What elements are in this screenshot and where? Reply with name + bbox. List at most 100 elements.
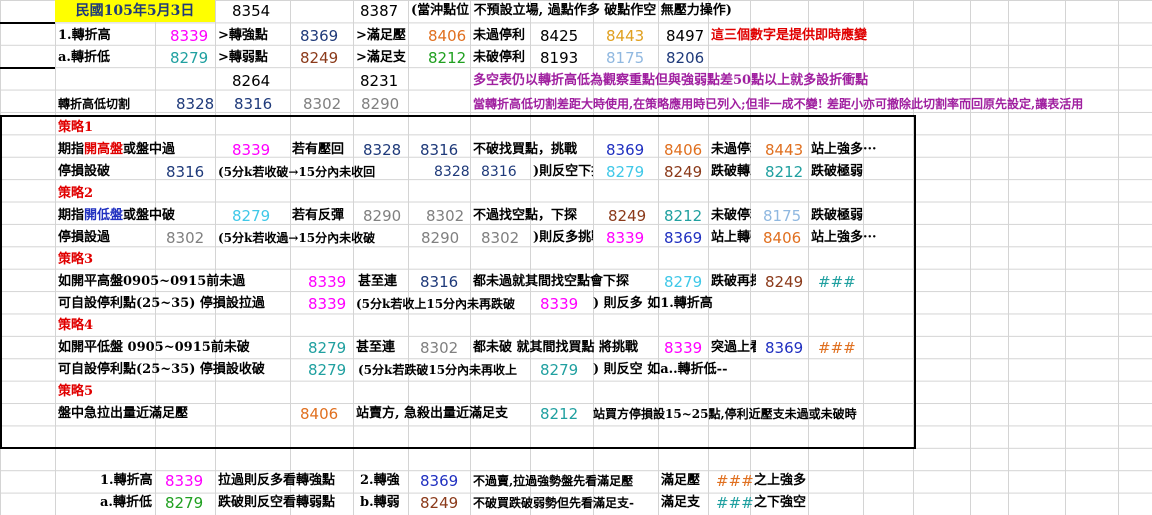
s2-b-label-4: )則反多挑戰: [533, 230, 593, 245]
foot2-label-4: 不破買跌破弱勢但先看滿足支-: [473, 496, 634, 510]
s2-a-value-2: 8290: [363, 207, 402, 225]
s3-a-value-1: 8339: [308, 273, 347, 291]
s3-b-value-2: 8339: [540, 295, 579, 313]
s1-a-value-1: 8339: [232, 141, 271, 159]
s1-a-value-4: 8369: [606, 141, 645, 159]
s4-a-value-5: ###: [818, 339, 856, 357]
strategy4-title: 策略4: [58, 318, 94, 333]
foot1-label-4: 不過賣,拉過強勢盤先看滿足壓: [473, 474, 634, 488]
s2-b-label-6: 站上轉強: [711, 230, 751, 245]
row-high-label-2: >轉強點: [218, 28, 268, 43]
strategy1-condition: 期指開高盤或盤中過: [58, 142, 176, 157]
grid-line: [970, 0, 971, 515]
cut-label: 轉折高低切割: [58, 97, 131, 111]
cut-value-2: 8316: [234, 95, 273, 113]
s4-b-label-1: 可自設停利點(25~35) 停損設收破: [58, 362, 265, 377]
row3-value-1: 8264: [232, 72, 271, 90]
row-low-value: 8279: [170, 49, 209, 67]
foot2-label-3: b.轉弱: [360, 495, 400, 510]
foot2-value-2: 8249: [420, 494, 459, 512]
s2-a-label-2: 若有反彈: [292, 208, 345, 223]
row-high-value-2: 8369: [300, 27, 339, 45]
grid-line: [1118, 0, 1119, 515]
s4-a-value-1: 8279: [308, 339, 347, 357]
header-value-2: 8387: [360, 2, 399, 20]
s1-a-value-3: 8316: [420, 141, 459, 159]
s4-b-value-2: 8279: [540, 361, 579, 379]
s1-b-value-1: 8316: [166, 163, 205, 181]
foot1-label-6: 之上強多: [754, 473, 807, 488]
s4-b-value-1: 8279: [308, 361, 347, 379]
s1-a-label-7: 站上強多···: [811, 142, 877, 157]
foot2-value-1: 8279: [165, 494, 204, 512]
foot1-value-1: 8339: [165, 472, 204, 490]
s4-a-value-4: 8369: [765, 339, 804, 357]
s2-b-value-5: 8369: [664, 229, 703, 247]
s1-b-value-6: 8212: [765, 163, 804, 181]
row-high-label-3: >滿足壓: [356, 28, 406, 43]
s2-a-value-5: 8212: [664, 207, 703, 225]
s4-b-label-2: (5分k若跌破15分內未再收上: [358, 363, 518, 377]
foot1-label: 1.轉折高: [100, 473, 153, 488]
s1-a-value-5: 8406: [664, 141, 703, 159]
s2-a-value-4: 8249: [608, 207, 647, 225]
s4-a-label-1: 如開平低盤 0905~0915前未破: [58, 340, 250, 355]
strategy5-title: 策略5: [58, 384, 94, 399]
row-low-label-3: >滿足支: [356, 50, 406, 65]
s1-b-label-6: 跌破轉弱: [711, 164, 751, 179]
s1-a-value-2: 8328: [363, 141, 402, 159]
row-low-value-4: 8193: [540, 49, 579, 67]
s4-a-label-4: 突過上看: [711, 340, 756, 355]
foot2-value-3: ###: [716, 494, 754, 512]
s5-value-1: 8406: [300, 405, 339, 423]
row-low-label-2: >轉弱點: [218, 50, 268, 65]
row-high-value: 8339: [170, 27, 209, 45]
s3-a-label-3: 都未過就其間找空點會下探: [473, 274, 630, 289]
row-high-label: 1.轉折高: [58, 28, 111, 43]
s2-b-label-1: 停損設過: [58, 230, 111, 245]
row-high-value-5: 8443: [606, 27, 645, 45]
row-low-label: a.轉折低: [58, 50, 110, 65]
s4-a-value-3: 8339: [664, 339, 703, 357]
foot1-label-3: 2.轉強: [360, 473, 400, 488]
s1-b-value-4: 8279: [606, 163, 645, 181]
row-high-note: 這三個數字是提供即時應變: [711, 28, 868, 43]
s1-a-label-4: 不破找買點，挑戰: [473, 142, 578, 157]
cut-value-3: 8302: [303, 95, 342, 113]
cut-value-4: 8290: [361, 95, 400, 113]
s1-b-value-3: 8316: [481, 164, 517, 180]
border-line: [0, 67, 55, 69]
s2-b-label-2: (5分k若收過→15分內未收破: [218, 231, 376, 245]
header-value-1: 8354: [232, 2, 271, 20]
s5-label-3: 站買方停損設15~25點,停利近壓支未過或未破時: [593, 407, 857, 421]
foot2-label: a.轉折低: [100, 495, 152, 510]
s4-a-value-2: 8302: [420, 339, 459, 357]
strategy1-title: 策略1: [58, 120, 94, 135]
s2-b-value-1: 8302: [166, 229, 205, 247]
cut-note: 當轉折高低切割差距大時使用,在策略應用時已列入;但非一成不變! 差距小亦可撤除此…: [473, 97, 1084, 111]
s4-b-label-3: ) 則反空 如a..轉折低--: [593, 362, 728, 377]
row-low-value-6: 8206: [666, 49, 705, 67]
foot2-label-6: 之下強空: [754, 495, 807, 510]
strategy3-title: 策略3: [58, 252, 94, 267]
s5-label-1: 盤中急拉出量近滿足壓: [58, 406, 189, 421]
s2-b-value-4: 8339: [606, 229, 645, 247]
s3-b-label-2: (5分k若收上15分內未再跌破: [356, 297, 516, 311]
row-low-value-2: 8249: [300, 49, 339, 67]
s2-b-value-2: 8290: [421, 229, 460, 247]
row-high-value-3: 8406: [428, 27, 467, 45]
s2-a-value-6: 8175: [763, 207, 802, 225]
foot1-value-2: 8369: [420, 472, 459, 490]
row-low-value-5: 8175: [606, 49, 645, 67]
s3-b-value-1: 8339: [308, 295, 347, 313]
s3-a-label-4: 跌破再探: [711, 274, 756, 289]
border-line: [0, 22, 55, 24]
s1-a-value-6: 8443: [765, 141, 804, 159]
row-low-label-4: 未破停利: [473, 50, 526, 65]
foot2-label-5: 滿足支: [661, 495, 701, 510]
cut-value-1: 8328: [176, 95, 215, 113]
foot1-label-5: 滿足壓: [661, 473, 701, 488]
s3-b-label-3: ) 則反多 如1.轉折高: [593, 296, 713, 311]
s3-a-value-5: ###: [818, 273, 856, 291]
grid-line: [1065, 0, 1066, 515]
